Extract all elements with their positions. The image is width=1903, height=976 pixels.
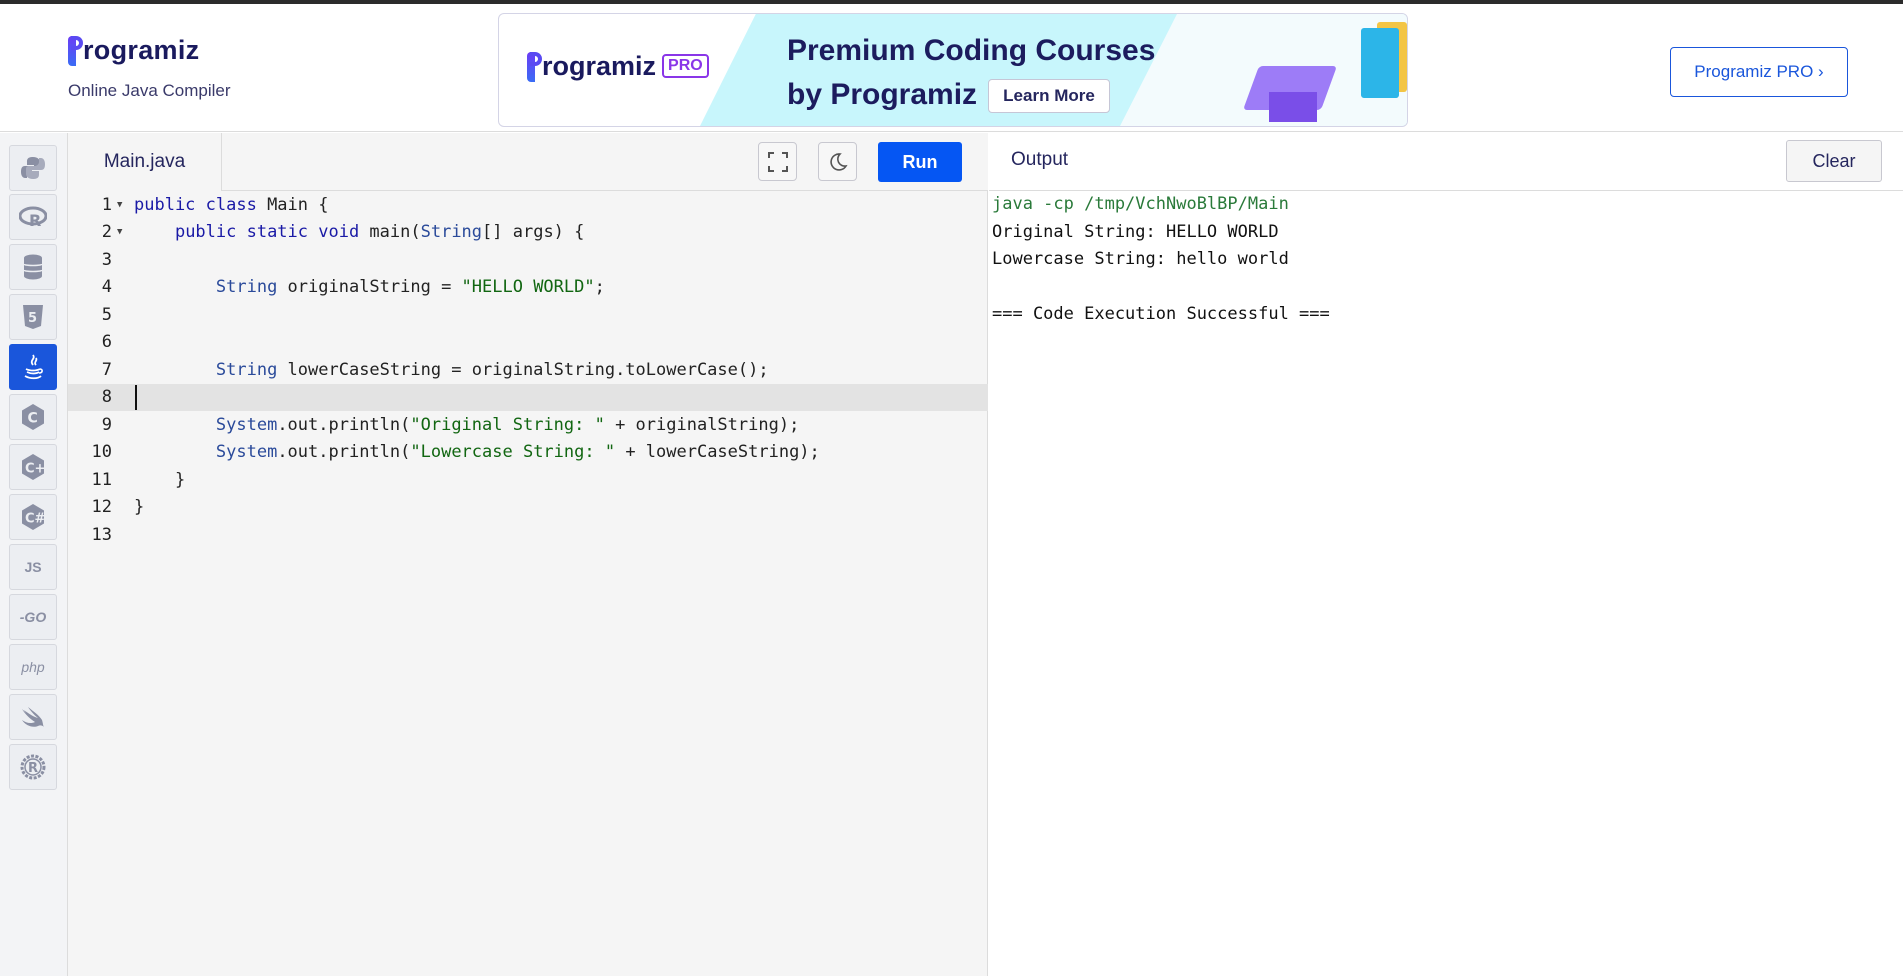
code-line: 4 String originalString = "HELLO WORLD"; (101, 277, 605, 297)
ad-learn-more-button[interactable]: Learn More (988, 79, 1110, 113)
dark-mode-button[interactable] (818, 142, 857, 181)
programiz-pro-button[interactable]: Programiz PRO › (1670, 47, 1848, 97)
javascript-label: JS (24, 559, 42, 575)
fullscreen-icon (767, 151, 788, 172)
rust-icon[interactable]: R (9, 744, 57, 790)
text-cursor (135, 384, 137, 410)
ad-headline-2: by Programiz (787, 78, 978, 111)
code-line: 7 String lowerCaseString = originalStrin… (101, 359, 769, 380)
clear-button[interactable]: Clear (1786, 140, 1882, 182)
fold-icon[interactable]: ▼ (114, 227, 134, 237)
cpp-icon[interactable]: C+ (9, 444, 57, 490)
code-line: 5 (101, 304, 112, 325)
code-line: 12 } (91, 497, 145, 517)
c-icon[interactable]: C (9, 394, 57, 440)
svg-text:C#: C# (25, 512, 46, 527)
html5-icon[interactable]: 5 (9, 294, 57, 340)
fullscreen-button[interactable] (758, 142, 797, 181)
svg-text:C+: C+ (25, 462, 45, 477)
svg-text:R: R (29, 211, 41, 228)
code-editor-panel: Main.java Run 1 ▼ public class Main { 2 ▼ … (68, 133, 988, 976)
php-icon[interactable]: php (9, 644, 57, 690)
go-icon[interactable]: -GO (9, 594, 57, 640)
ad-pro-badge: PRO (662, 54, 709, 78)
output-console: java -cp /tmp/VchNwoBlBP/Main Original S… (992, 191, 1892, 329)
moon-icon (829, 152, 848, 171)
code-line: 11 } (91, 469, 186, 490)
fold-icon[interactable]: ▼ (114, 200, 134, 210)
code-line: 13 (91, 524, 112, 545)
database-icon[interactable] (9, 244, 57, 290)
run-button[interactable]: Run (878, 142, 962, 182)
site-header: rogramiz Online Java Compiler rogramiz P… (0, 4, 1903, 132)
output-line: Original String: HELLO WORLD (992, 221, 1279, 242)
php-label: php (21, 659, 45, 675)
output-line: java -cp /tmp/VchNwoBlBP/Main (992, 194, 1289, 214)
code-line: 9 System.out.println("Original String: "… (101, 414, 800, 435)
ad-headline-1: Premium Coding Courses (787, 34, 1156, 67)
output-toolbar: Output Clear (989, 133, 1903, 191)
r-language-icon[interactable]: R (9, 194, 57, 240)
programiz-logo-icon (68, 34, 83, 66)
ad-logo-icon (527, 50, 542, 82)
output-line: === Code Execution Successful === (992, 304, 1330, 324)
ad-logo: rogramiz PRO (527, 50, 709, 82)
programiz-logo[interactable]: rogramiz (68, 34, 199, 66)
svg-text:R: R (28, 761, 38, 776)
svg-text:5: 5 (28, 311, 37, 326)
svg-text:C: C (28, 411, 38, 427)
swift-icon[interactable] (9, 694, 57, 740)
code-area[interactable]: 1 ▼ public class Main { 2 ▼ public static … (68, 191, 988, 976)
code-line: 6 (101, 332, 112, 352)
logo-text: rogramiz (83, 34, 200, 65)
code-line: 2 ▼ public static void main(String[] args… (101, 222, 585, 242)
ad-logo-text: rogramiz (542, 50, 657, 81)
output-line: Lowercase String: hello world (992, 249, 1289, 269)
code-line: 3 (101, 249, 112, 270)
output-title: Output (1011, 149, 1069, 170)
javascript-icon[interactable]: JS (9, 544, 57, 590)
output-panel: Output Clear java -cp /tmp/VchNwoBlBP/Ma… (989, 133, 1903, 976)
go-label: -GO (19, 609, 47, 625)
code-line: 10 System.out.println("Lowercase String:… (91, 442, 820, 462)
python-icon[interactable] (9, 145, 57, 191)
tab-main-java[interactable]: Main.java (68, 133, 222, 191)
code-line-active: 8 (68, 383, 988, 411)
language-sidebar: R 5 C C+ C# JS -GO php R (0, 133, 68, 976)
csharp-icon[interactable]: C# (9, 494, 57, 540)
code-line: 1 ▼ public class Main { (101, 194, 329, 215)
page-subtitle: Online Java Compiler (68, 81, 231, 100)
editor-toolbar: Main.java Run (68, 133, 988, 191)
ad-banner[interactable]: rogramiz PRO Premium Coding Courses by P… (498, 13, 1408, 127)
java-icon[interactable] (9, 344, 57, 390)
